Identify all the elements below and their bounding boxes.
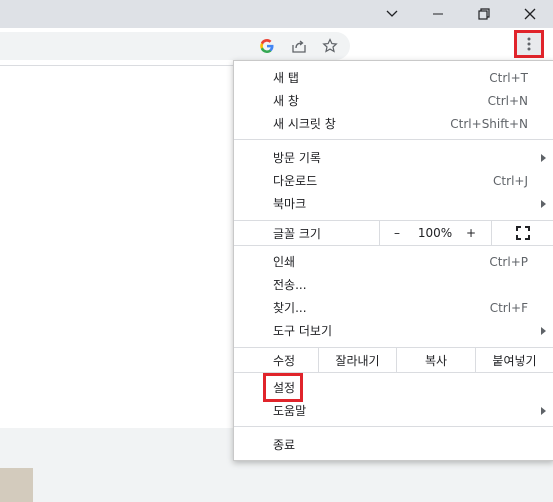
submenu-arrow-icon bbox=[541, 406, 546, 415]
menu-separator bbox=[234, 426, 553, 427]
zoom-out-button[interactable]: – bbox=[380, 221, 414, 245]
menu-item-shortcut: Ctrl+F bbox=[489, 300, 528, 315]
fullscreen-icon bbox=[515, 226, 530, 240]
thumbnail-image bbox=[0, 468, 33, 502]
menu-item-print[interactable]: 인쇄 Ctrl+P bbox=[234, 250, 553, 273]
close-icon bbox=[524, 8, 536, 20]
chrome-menu-button[interactable] bbox=[514, 30, 544, 58]
menu-item-more-tools[interactable]: 도구 더보기 bbox=[234, 319, 553, 342]
close-button[interactable] bbox=[507, 0, 553, 28]
menu-item-incognito[interactable]: 새 시크릿 창 Ctrl+Shift+N bbox=[234, 112, 553, 135]
menu-item-shortcut: Ctrl+N bbox=[487, 93, 528, 108]
zoom-in-button[interactable]: + bbox=[456, 221, 486, 245]
edit-label: 수정 bbox=[273, 353, 296, 368]
zoom-label: 글꼴 크기 bbox=[273, 226, 321, 241]
menu-item-exit[interactable]: 종료 bbox=[234, 433, 553, 456]
chevron-down-icon bbox=[386, 10, 398, 17]
menu-item-label: 찾기... bbox=[273, 301, 307, 315]
menu-item-label: 새 창 bbox=[273, 94, 299, 108]
menu-item-label: 방문 기록 bbox=[273, 151, 321, 165]
menu-item-shortcut: Ctrl+P bbox=[489, 254, 528, 269]
menu-item-help[interactable]: 도움말 bbox=[234, 399, 553, 422]
submenu-arrow-icon bbox=[541, 199, 546, 208]
menu-item-label: 새 시크릿 창 bbox=[273, 117, 336, 131]
cut-button[interactable]: 잘라내기 bbox=[319, 348, 396, 372]
restore-icon bbox=[478, 8, 490, 20]
fullscreen-button[interactable] bbox=[492, 221, 553, 245]
menu-item-label: 도구 더보기 bbox=[273, 324, 333, 338]
share-icon[interactable] bbox=[288, 35, 310, 57]
menu-separator bbox=[234, 139, 553, 140]
settings-highlight-box bbox=[263, 373, 303, 402]
google-icon[interactable] bbox=[256, 35, 278, 57]
menu-item-history[interactable]: 방문 기록 bbox=[234, 146, 553, 169]
menu-item-label: 새 탭 bbox=[273, 71, 299, 85]
menu-item-new-tab[interactable]: 새 탭 Ctrl+T bbox=[234, 66, 553, 89]
restore-button[interactable] bbox=[461, 0, 507, 28]
menu-item-cast[interactable]: 전송... bbox=[234, 273, 553, 296]
menu-item-label: 북마크 bbox=[273, 197, 307, 211]
submenu-arrow-icon bbox=[541, 326, 546, 335]
menu-item-label: 도움말 bbox=[273, 404, 307, 418]
menu-item-label: 인쇄 bbox=[273, 255, 296, 269]
bookmark-star-icon[interactable] bbox=[319, 35, 341, 57]
submenu-arrow-icon bbox=[541, 153, 546, 162]
title-bar bbox=[0, 0, 553, 28]
tab-search-button[interactable] bbox=[369, 0, 415, 28]
menu-item-shortcut: Ctrl+J bbox=[493, 173, 528, 188]
minimize-button[interactable] bbox=[415, 0, 461, 28]
more-vert-icon bbox=[527, 37, 531, 51]
paste-button[interactable]: 붙여넣기 bbox=[476, 348, 553, 372]
menu-item-label: 종료 bbox=[273, 438, 296, 452]
menu-item-label: 전송... bbox=[273, 278, 307, 292]
zoom-row: 글꼴 크기 – 100% + bbox=[234, 220, 553, 246]
chrome-main-menu: 새 탭 Ctrl+T 새 창 Ctrl+N 새 시크릿 창 Ctrl+Shift… bbox=[233, 60, 553, 461]
menu-item-new-window[interactable]: 새 창 Ctrl+N bbox=[234, 89, 553, 112]
menu-item-downloads[interactable]: 다운로드 Ctrl+J bbox=[234, 169, 553, 192]
zoom-level: 100% bbox=[417, 226, 453, 240]
menu-item-bookmarks[interactable]: 북마크 bbox=[234, 192, 553, 215]
minimize-icon bbox=[433, 13, 443, 15]
copy-button[interactable]: 복사 bbox=[397, 348, 475, 372]
menu-item-find[interactable]: 찾기... Ctrl+F bbox=[234, 296, 553, 319]
menu-item-shortcut: Ctrl+Shift+N bbox=[450, 116, 528, 131]
edit-row: 수정 잘라내기 복사 붙여넣기 bbox=[234, 347, 553, 373]
menu-item-shortcut: Ctrl+T bbox=[489, 70, 528, 85]
menu-item-label: 다운로드 bbox=[273, 174, 318, 188]
